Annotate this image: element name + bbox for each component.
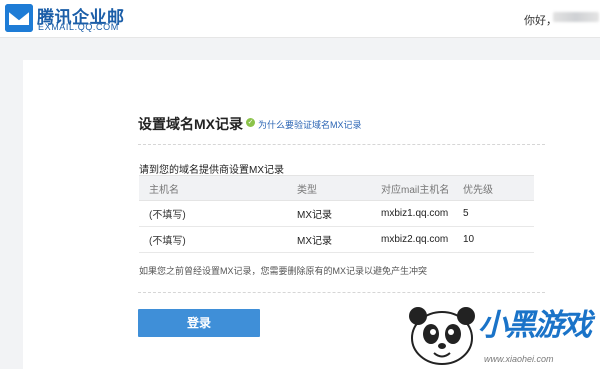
cell-mail-host: mxbiz1.qq.com [381, 200, 463, 227]
mx-records-table: 主机名 类型 对应mail主机名 优先级 (不填写) MX记录 mxbiz1.q… [139, 175, 534, 253]
watermark-url: www.xiaohei.com [484, 354, 554, 364]
watermark: 小黑游戏 www.xiaohei.com [400, 296, 600, 369]
watermark-logo: 小黑游戏 [478, 309, 592, 342]
why-verify-mx-link[interactable]: 为什么要验证域名MX记录 [258, 118, 362, 131]
cell-type: MX记录 [297, 226, 381, 253]
instruction-text: 请到您的域名提供商设置MX记录 [139, 165, 284, 176]
conflict-note: 如果您之前曾经设置MX记录，您需要删除原有的MX记录以避免产生冲突 [139, 266, 428, 276]
top-header: 腾讯企业邮 EXMAIL.QQ.COM 你好， [0, 0, 600, 38]
col-mail-host: 对应mail主机名 [381, 175, 463, 201]
col-priority: 优先级 [463, 175, 534, 201]
page-title: 设置域名MX记录 [138, 116, 243, 132]
col-type: 类型 [297, 175, 381, 201]
divider-bottom [138, 292, 545, 293]
table-row: (不填写) MX记录 mxbiz1.qq.com 5 [139, 200, 534, 227]
table-row: (不填写) MX记录 mxbiz2.qq.com 10 [139, 226, 534, 253]
table-header-row: 主机名 类型 对应mail主机名 优先级 [139, 175, 534, 201]
cell-priority: 10 [463, 226, 534, 253]
cell-priority: 5 [463, 200, 534, 227]
panda-mascot-icon [409, 307, 475, 365]
cell-host: (不填写) [139, 226, 297, 253]
check-circle-icon: ✓ [246, 118, 255, 127]
username-redacted [553, 12, 599, 22]
col-host: 主机名 [139, 175, 297, 201]
cell-host: (不填写) [139, 200, 297, 227]
cell-mail-host: mxbiz2.qq.com [381, 226, 463, 253]
login-button[interactable]: 登录 [138, 309, 260, 337]
divider-top [138, 144, 545, 145]
brand-domain: EXMAIL.QQ.COM [38, 22, 119, 32]
exmail-logo-icon[interactable] [5, 4, 33, 32]
cell-type: MX记录 [297, 200, 381, 227]
